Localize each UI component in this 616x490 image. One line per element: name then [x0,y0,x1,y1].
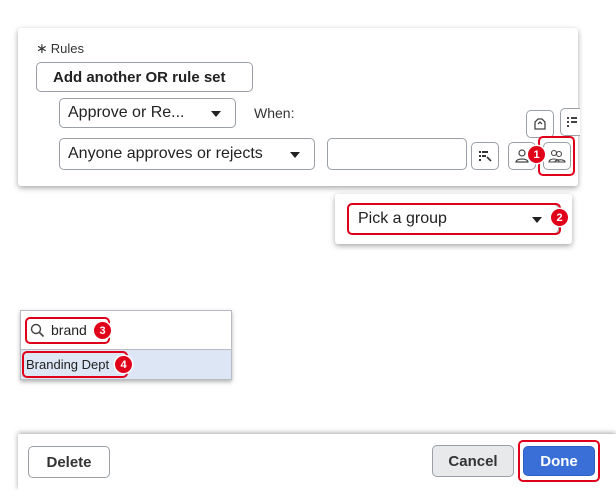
field-list-button[interactable] [471,142,499,170]
group-picker-panel: Pick a group 2 [335,194,572,244]
step-badge: 4 [115,356,132,373]
chevron-down-icon [211,111,221,117]
approval-type-select[interactable]: Approve or Re... [59,98,236,128]
condition-select[interactable]: Anyone approves or rejects [59,138,315,170]
rules-label: ∗ Rules [36,40,84,56]
search-result-item[interactable]: Branding Dept 4 [21,349,231,379]
delete-button[interactable]: Delete [28,446,110,478]
workflow-icon [534,118,546,130]
step-badge: 2 [551,209,568,226]
rules-panel: ∗ Rules Add another OR rule set Approve o… [18,28,580,186]
approver-value-input[interactable] [327,138,467,170]
list-icon [566,117,577,127]
highlight-box [518,440,600,482]
approval-type-value: Approve or Re... [68,104,185,121]
step-badge: 3 [94,322,111,339]
highlight-box [347,203,561,235]
cancel-button[interactable]: Cancel [432,445,514,477]
workflow-button[interactable] [526,110,554,138]
step-badge: 1 [528,146,545,163]
list-button[interactable] [560,108,580,136]
search-row: brand 3 [21,311,231,349]
footer-bar: Delete Cancel Done [18,434,616,490]
when-label: When: [254,105,295,121]
required-asterisk-icon: ∗ [36,40,48,56]
condition-value: Anyone approves or rejects [68,145,263,162]
add-or-rule-set-button[interactable]: Add another OR rule set [36,62,253,92]
group-search-dropdown: brand 3 Branding Dept 4 [20,310,232,380]
chevron-down-icon [290,152,300,158]
field-list-icon [479,151,492,162]
highlight-box [22,351,128,378]
